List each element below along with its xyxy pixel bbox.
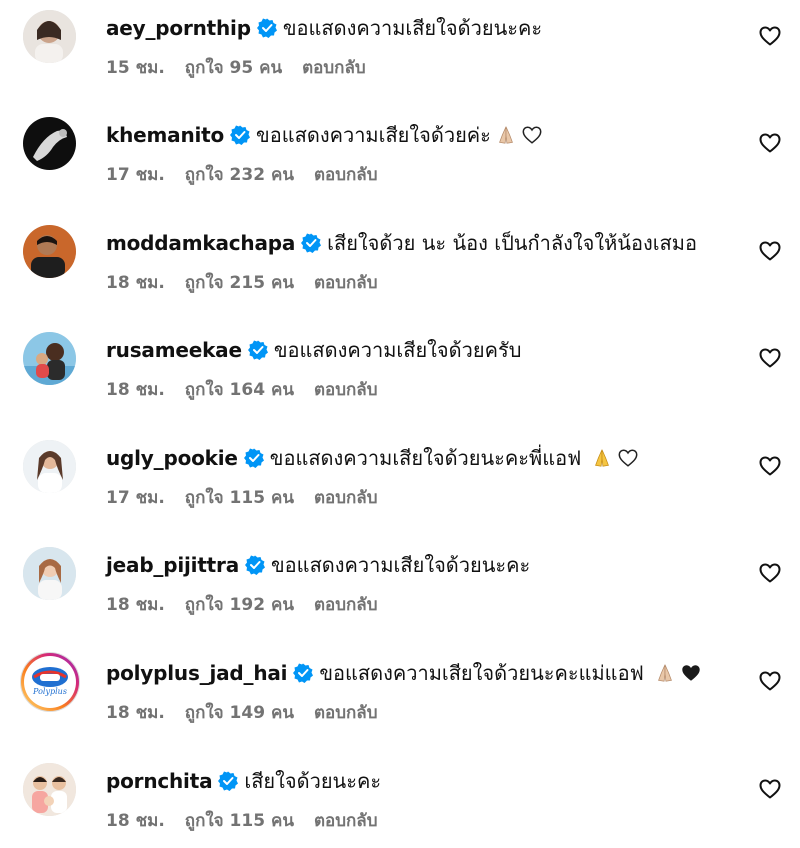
avatar[interactable] xyxy=(23,332,76,385)
comment-text: ขอแสดงความเสียใจด้วยนะคะพี่แอฟ xyxy=(269,446,582,470)
username[interactable]: rusameekae xyxy=(106,338,242,362)
avatar[interactable]: Polyplus xyxy=(20,652,80,712)
comment-line: moddamkachapa เสียใจด้วย นะ น้อง เป็นกำล… xyxy=(106,228,697,258)
white-heart-icon xyxy=(521,124,543,146)
comment-text: ขอแสดงความเสียใจด้วยนะคะแม่แอฟ xyxy=(319,661,644,685)
reply-button[interactable]: ตอบกลับ xyxy=(314,161,378,188)
comment-meta: 15 ชม. ถูกใจ 95 คน ตอบกลับ xyxy=(106,54,366,81)
comment-text: เสียใจด้วยนะคะ xyxy=(244,769,382,793)
reply-button[interactable]: ตอบกลับ xyxy=(314,269,378,296)
like-heart-icon[interactable] xyxy=(758,346,782,370)
comment-meta: 18 ชม. ถูกใจ 215 คน ตอบกลับ xyxy=(106,269,378,296)
username[interactable]: jeab_pijittra xyxy=(106,553,239,577)
folded-hands-icon xyxy=(654,662,676,684)
reply-button[interactable]: ตอบกลับ xyxy=(314,699,378,726)
comment-item: moddamkachapa เสียใจด้วย นะ น้อง เป็นกำล… xyxy=(0,225,800,332)
reply-button[interactable]: ตอบกลับ xyxy=(302,54,366,81)
comment-text: ขอแสดงความเสียใจด้วยค่ะ xyxy=(256,123,491,147)
comment-meta: 18 ชม. ถูกใจ 164 คน ตอบกลับ xyxy=(106,376,378,403)
comment-time[interactable]: 18 ชม. xyxy=(106,269,165,296)
avatar[interactable] xyxy=(23,547,76,600)
verified-badge-icon xyxy=(301,233,322,253)
comment-time[interactable]: 18 ชม. xyxy=(106,807,165,834)
comment-item: Polyplus polyplus_jad_hai ขอแสดงความเสีย… xyxy=(0,652,800,762)
comment-item: aey_pornthip ขอแสดงความเสียใจด้วยนะคะ 15… xyxy=(0,10,800,117)
like-heart-icon[interactable] xyxy=(758,669,782,693)
username[interactable]: pornchita xyxy=(106,769,213,793)
like-heart-icon[interactable] xyxy=(758,239,782,263)
verified-badge-icon xyxy=(230,125,251,145)
comment-meta: 17 ชม. ถูกใจ 115 คน ตอบกลับ xyxy=(106,484,378,511)
comment-meta: 17 ชม. ถูกใจ 232 คน ตอบกลับ xyxy=(106,161,378,188)
comment-item: jeab_pijittra ขอแสดงความเสียใจด้วยนะคะ 1… xyxy=(0,547,800,654)
comment-likes[interactable]: ถูกใจ 164 คน xyxy=(185,376,294,403)
comment-item: ugly_pookie ขอแสดงความเสียใจด้วยนะคะพี่แ… xyxy=(0,440,800,547)
like-heart-icon[interactable] xyxy=(758,24,782,48)
comment-time[interactable]: 18 ชม. xyxy=(106,699,165,726)
comment-text: เสียใจด้วย นะ น้อง เป็นกำลังใจให้น้องเสม… xyxy=(327,231,697,255)
comment-line: aey_pornthip ขอแสดงความเสียใจด้วยนะคะ xyxy=(106,13,542,43)
reply-button[interactable]: ตอบกลับ xyxy=(314,807,378,834)
like-heart-icon[interactable] xyxy=(758,131,782,155)
like-heart-icon[interactable] xyxy=(758,561,782,585)
comment-meta: 18 ชม. ถูกใจ 192 คน ตอบกลับ xyxy=(106,591,378,618)
comment-line: jeab_pijittra ขอแสดงความเสียใจด้วยนะคะ xyxy=(106,550,530,580)
username[interactable]: moddamkachapa xyxy=(106,231,295,255)
comment-time[interactable]: 18 ชม. xyxy=(106,376,165,403)
reply-button[interactable]: ตอบกลับ xyxy=(314,484,378,511)
avatar[interactable] xyxy=(23,117,76,170)
reply-button[interactable]: ตอบกลับ xyxy=(314,376,378,403)
comment-time[interactable]: 17 ชม. xyxy=(106,161,165,188)
white-heart-icon xyxy=(617,447,639,469)
like-heart-icon[interactable] xyxy=(758,777,782,801)
folded-hands-icon xyxy=(495,124,517,146)
comment-text: ขอแสดงความเสียใจด้วยนะคะ xyxy=(271,553,531,577)
verified-badge-icon xyxy=(247,340,268,360)
comment-line: rusameekae ขอแสดงความเสียใจด้วยครับ xyxy=(106,335,521,365)
comment-likes[interactable]: ถูกใจ 215 คน xyxy=(185,269,294,296)
verified-badge-icon xyxy=(256,18,277,38)
comment-item: khemanito ขอแสดงความเสียใจด้วยค่ะ 17 ชม.… xyxy=(0,117,800,224)
comment-likes[interactable]: ถูกใจ 115 คน xyxy=(185,807,294,834)
username[interactable]: polyplus_jad_hai xyxy=(106,661,288,685)
username[interactable]: aey_pornthip xyxy=(106,16,251,40)
comment-likes[interactable]: ถูกใจ 192 คน xyxy=(185,591,294,618)
avatar[interactable] xyxy=(23,10,76,63)
black-heart-icon xyxy=(680,662,702,684)
comment-text: ขอแสดงความเสียใจด้วยครับ xyxy=(273,338,522,362)
comment-text: ขอแสดงความเสียใจด้วยนะคะ xyxy=(282,16,543,40)
username[interactable]: khemanito xyxy=(106,123,224,147)
comment-time[interactable]: 18 ชม. xyxy=(106,591,165,618)
avatar[interactable] xyxy=(23,440,76,493)
avatar[interactable] xyxy=(23,763,76,816)
folded-hands-icon xyxy=(591,447,613,469)
comment-likes[interactable]: ถูกใจ 232 คน xyxy=(185,161,294,188)
comment-likes[interactable]: ถูกใจ 115 คน xyxy=(185,484,294,511)
svg-text:Polyplus: Polyplus xyxy=(32,687,67,696)
like-heart-icon[interactable] xyxy=(758,454,782,478)
comment-line: khemanito ขอแสดงความเสียใจด้วยค่ะ xyxy=(106,120,543,150)
comment-line: ugly_pookie ขอแสดงความเสียใจด้วยนะคะพี่แ… xyxy=(106,443,639,473)
comment-meta: 18 ชม. ถูกใจ 149 คน ตอบกลับ xyxy=(106,699,378,726)
comment-time[interactable]: 15 ชม. xyxy=(106,54,165,81)
reply-button[interactable]: ตอบกลับ xyxy=(314,591,378,618)
avatar[interactable] xyxy=(23,225,76,278)
comment-meta: 18 ชม. ถูกใจ 115 คน ตอบกลับ xyxy=(106,807,378,834)
comment-likes[interactable]: ถูกใจ 149 คน xyxy=(185,699,294,726)
comment-likes[interactable]: ถูกใจ 95 คน xyxy=(185,54,282,81)
comment-time[interactable]: 17 ชม. xyxy=(106,484,165,511)
comment-list: aey_pornthip ขอแสดงความเสียใจด้วยนะคะ 15… xyxy=(0,0,800,848)
verified-badge-icon xyxy=(245,555,265,575)
comment-item: pornchita เสียใจด้วยนะคะ 18 ชม. ถูกใจ 11… xyxy=(0,763,800,848)
comment-line: pornchita เสียใจด้วยนะคะ xyxy=(106,766,381,796)
username[interactable]: ugly_pookie xyxy=(106,446,238,470)
comment-item: rusameekae ขอแสดงความเสียใจด้วยครับ 18 ช… xyxy=(0,332,800,439)
verified-badge-icon xyxy=(293,663,314,683)
verified-badge-icon xyxy=(243,448,264,468)
verified-badge-icon xyxy=(218,771,239,791)
comment-line: polyplus_jad_hai ขอแสดงความเสียใจด้วยนะค… xyxy=(106,658,702,688)
